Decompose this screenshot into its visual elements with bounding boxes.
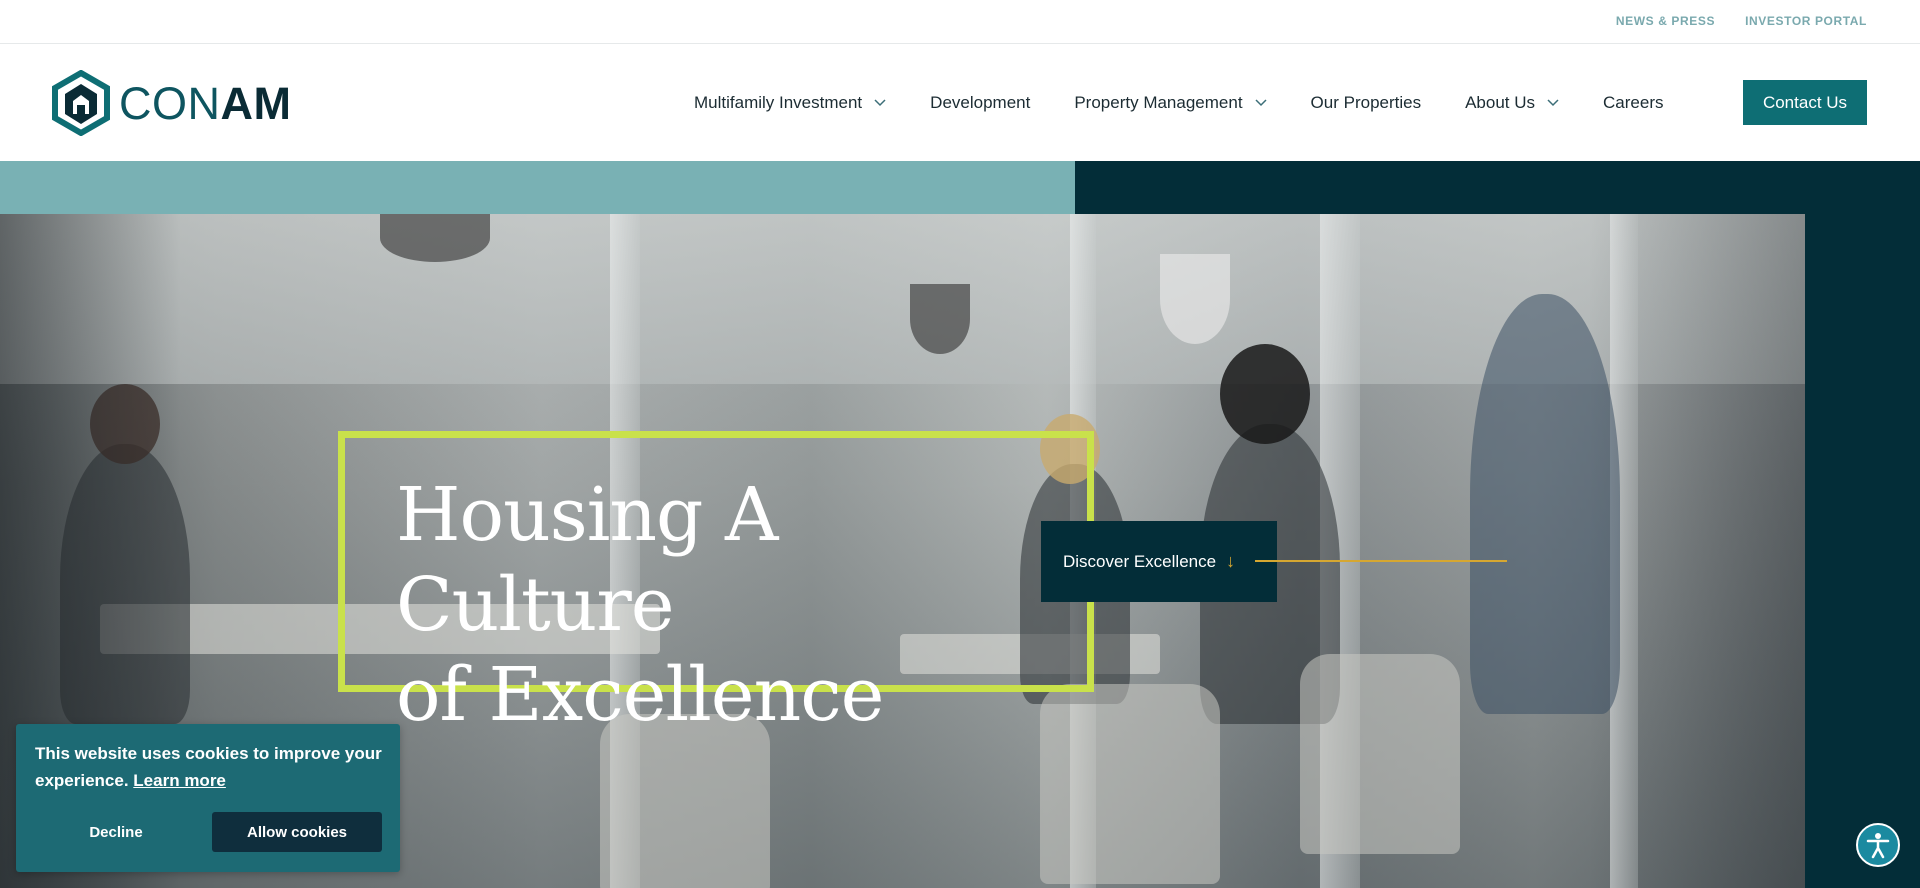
utility-links: NEWS & PRESS INVESTOR PORTAL [1616, 14, 1867, 28]
nav-item-about-us[interactable]: About Us [1465, 93, 1559, 113]
conam-logo[interactable]: CONAM [52, 70, 291, 136]
logo-text-bold: AM [220, 77, 292, 129]
nav-item-our-properties[interactable]: Our Properties [1311, 93, 1422, 113]
hero-headline: Housing A Culture of Excellence [396, 470, 1056, 740]
main-nav: Multifamily Investment Development Prope… [694, 44, 1708, 161]
arrow-down-icon: ↓ [1226, 551, 1236, 571]
hexagon-house-icon [52, 70, 110, 136]
nav-item-label: About Us [1465, 92, 1536, 112]
chevron-down-icon [874, 98, 886, 106]
logo-wordmark: CONAM [119, 81, 291, 126]
nav-item-label: Property Management [1074, 92, 1243, 112]
nav-item-careers[interactable]: Careers [1603, 93, 1663, 113]
nav-item-label: Multifamily Investment [694, 92, 863, 112]
nav-item-label: Careers [1603, 92, 1664, 112]
discover-excellence-button[interactable]: Discover Excellence ↓ [1041, 521, 1277, 602]
discover-label: Discover Excellence [1063, 551, 1217, 571]
allow-cookies-button[interactable]: Allow cookies [212, 812, 382, 852]
decline-cookies-button[interactable]: Decline [35, 812, 197, 852]
news-press-link[interactable]: NEWS & PRESS [1616, 14, 1715, 28]
hero-accent-band [0, 161, 1075, 214]
cookie-message: This website uses cookies to improve you… [35, 740, 385, 794]
accessibility-button[interactable] [1856, 823, 1900, 867]
headline-line-1: Housing A Culture [396, 472, 778, 648]
nav-item-label: Development [930, 92, 1031, 112]
nav-item-property-management[interactable]: Property Management [1074, 92, 1267, 113]
main-header: CONAM Multifamily Investment Development… [0, 44, 1920, 161]
accessibility-person-icon [1866, 833, 1890, 859]
nav-item-label: Our Properties [1310, 92, 1422, 112]
investor-portal-link[interactable]: INVESTOR PORTAL [1745, 14, 1867, 28]
discover-accent-line [1255, 560, 1507, 562]
chevron-down-icon [1547, 98, 1559, 106]
utility-bar: NEWS & PRESS INVESTOR PORTAL [0, 0, 1920, 44]
nav-item-multifamily-investment[interactable]: Multifamily Investment [694, 93, 886, 113]
learn-more-link[interactable]: Learn more [133, 771, 226, 790]
contact-us-button[interactable]: Contact Us [1743, 80, 1867, 125]
logo-text-light: CON [119, 77, 221, 129]
nav-item-development[interactable]: Development [930, 93, 1030, 113]
cookie-banner: This website uses cookies to improve you… [16, 724, 400, 872]
chevron-down-icon [1255, 98, 1267, 106]
headline-line-2: of Excellence [396, 652, 884, 738]
